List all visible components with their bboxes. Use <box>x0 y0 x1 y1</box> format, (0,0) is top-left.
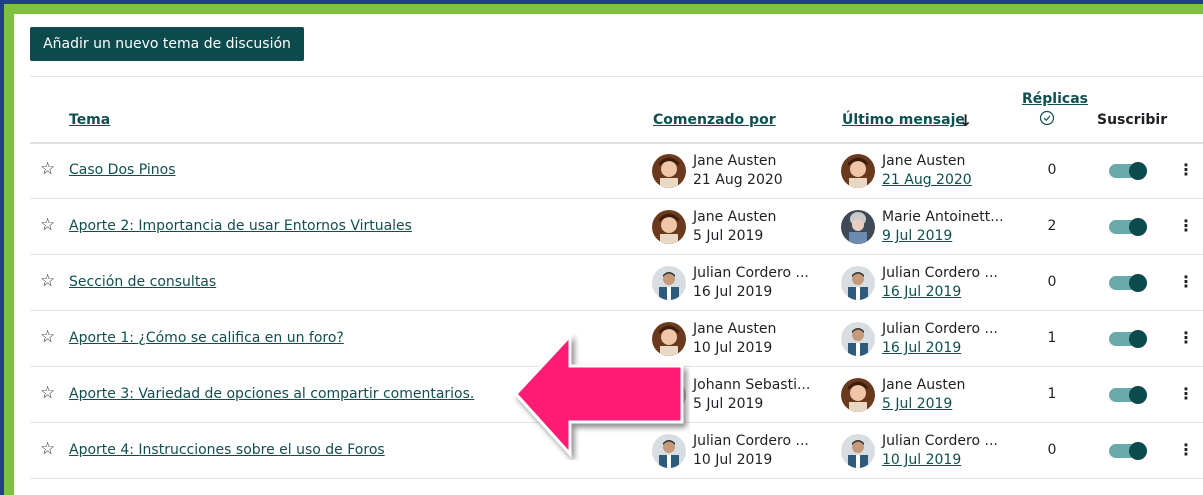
discussion-title-link[interactable]: Caso Dos Pinos <box>69 162 176 178</box>
pointer-arrow-icon <box>513 332 684 458</box>
divider <box>30 76 1203 77</box>
avatar[interactable] <box>841 154 875 188</box>
more-options-icon[interactable]: ⋮ <box>1178 383 1194 405</box>
star-icon[interactable]: ☆ <box>40 160 55 178</box>
add-discussion-button[interactable]: Añadir un nuevo tema de discusión <box>30 27 304 61</box>
sort-down-icon: ↓ <box>959 111 973 130</box>
toggle-knob <box>1129 218 1147 236</box>
discussion-row: ☆ Caso Dos Pinos Jane Austen 21 Aug 2020… <box>30 143 1203 199</box>
toggle-knob <box>1129 162 1147 180</box>
last-post-author: Julian Cordero ... <box>882 265 998 281</box>
reply-count: 0 <box>1047 274 1057 290</box>
last-post-date-link[interactable]: 16 Jul 2019 <box>882 284 961 300</box>
toggle-knob <box>1129 330 1147 348</box>
more-options-icon[interactable]: ⋮ <box>1178 271 1194 293</box>
avatar[interactable] <box>841 210 875 244</box>
reply-count: 1 <box>1047 386 1057 402</box>
star-icon[interactable]: ☆ <box>40 272 55 290</box>
subscribe-toggle[interactable] <box>1109 273 1147 293</box>
last-post-author: Julian Cordero ... <box>882 321 998 337</box>
discussion-title-link[interactable]: Aporte 2: Importancia de usar Entornos V… <box>69 218 412 234</box>
starter-name: Jane Austen <box>693 321 777 337</box>
star-icon[interactable]: ☆ <box>40 440 55 458</box>
last-post-date-link[interactable]: 9 Jul 2019 <box>882 228 952 244</box>
start-date: 5 Jul 2019 <box>693 396 764 412</box>
column-header-topic[interactable]: Tema <box>69 112 110 128</box>
avatar[interactable] <box>652 154 686 188</box>
more-options-icon[interactable]: ⋮ <box>1178 215 1194 237</box>
toggle-knob <box>1129 386 1147 404</box>
star-icon[interactable]: ☆ <box>40 384 55 402</box>
column-header-started-by[interactable]: Comenzado por <box>653 112 776 128</box>
star-icon[interactable]: ☆ <box>40 328 55 346</box>
discussion-title-link[interactable]: Sección de consultas <box>69 274 216 290</box>
discussion-title-link[interactable]: Aporte 1: ¿Cómo se califica en un foro? <box>69 330 344 346</box>
more-options-icon[interactable]: ⋮ <box>1178 159 1194 181</box>
avatar[interactable] <box>652 266 686 300</box>
reply-count: 1 <box>1047 330 1057 346</box>
last-post-author: Jane Austen <box>882 377 966 393</box>
start-date: 16 Jul 2019 <box>693 284 773 300</box>
avatar[interactable] <box>841 434 875 468</box>
reply-count: 0 <box>1047 442 1057 458</box>
subscribe-toggle[interactable] <box>1109 161 1147 181</box>
last-post-author: Jane Austen <box>882 153 966 169</box>
avatar[interactable] <box>841 266 875 300</box>
avatar[interactable] <box>652 210 686 244</box>
subscribe-toggle[interactable] <box>1109 441 1147 461</box>
column-header-last-post[interactable]: Último mensaje <box>842 112 965 128</box>
column-header-replies[interactable]: Réplicas <box>1022 91 1088 107</box>
start-date: 21 Aug 2020 <box>693 172 783 188</box>
circle-check-icon <box>1039 110 1055 126</box>
subscribe-toggle[interactable] <box>1109 217 1147 237</box>
more-options-icon[interactable]: ⋮ <box>1178 439 1194 461</box>
discussion-title-link[interactable]: Aporte 4: Instrucciones sobre el uso de … <box>69 442 385 458</box>
discussion-row: ☆ Sección de consultas Julian Cordero ..… <box>30 255 1203 311</box>
avatar[interactable] <box>841 378 875 412</box>
row-divider <box>30 478 1203 479</box>
more-options-icon[interactable]: ⋮ <box>1178 327 1194 349</box>
discussion-title-link[interactable]: Aporte 3: Variedad de opciones al compar… <box>69 386 474 402</box>
column-header-subscribe: Suscribir <box>1097 112 1168 128</box>
star-icon[interactable]: ☆ <box>40 216 55 234</box>
reply-count: 0 <box>1047 162 1057 178</box>
last-post-author: Julian Cordero ... <box>882 433 998 449</box>
start-date: 5 Jul 2019 <box>693 228 764 244</box>
last-post-author: Marie Antoinett... <box>882 209 1004 225</box>
start-date: 10 Jul 2019 <box>693 340 773 356</box>
last-post-date-link[interactable]: 21 Aug 2020 <box>882 172 972 188</box>
last-post-date-link[interactable]: 16 Jul 2019 <box>882 340 961 356</box>
subscribe-toggle[interactable] <box>1109 329 1147 349</box>
starter-name: Julian Cordero ... <box>693 265 809 281</box>
starter-name: Julian Cordero ... <box>693 433 809 449</box>
discussion-row: ☆ Aporte 2: Importancia de usar Entornos… <box>30 199 1203 255</box>
starter-name: Jane Austen <box>693 209 777 225</box>
last-post-date-link[interactable]: 10 Jul 2019 <box>882 452 961 468</box>
starter-name: Jane Austen <box>693 153 777 169</box>
reply-count: 2 <box>1047 218 1057 234</box>
start-date: 10 Jul 2019 <box>693 452 773 468</box>
last-post-date-link[interactable]: 5 Jul 2019 <box>882 396 952 412</box>
subscribe-toggle[interactable] <box>1109 385 1147 405</box>
avatar[interactable] <box>841 322 875 356</box>
toggle-knob <box>1129 442 1147 460</box>
starter-name: Johann Sebasti... <box>693 377 811 393</box>
toggle-knob <box>1129 274 1147 292</box>
